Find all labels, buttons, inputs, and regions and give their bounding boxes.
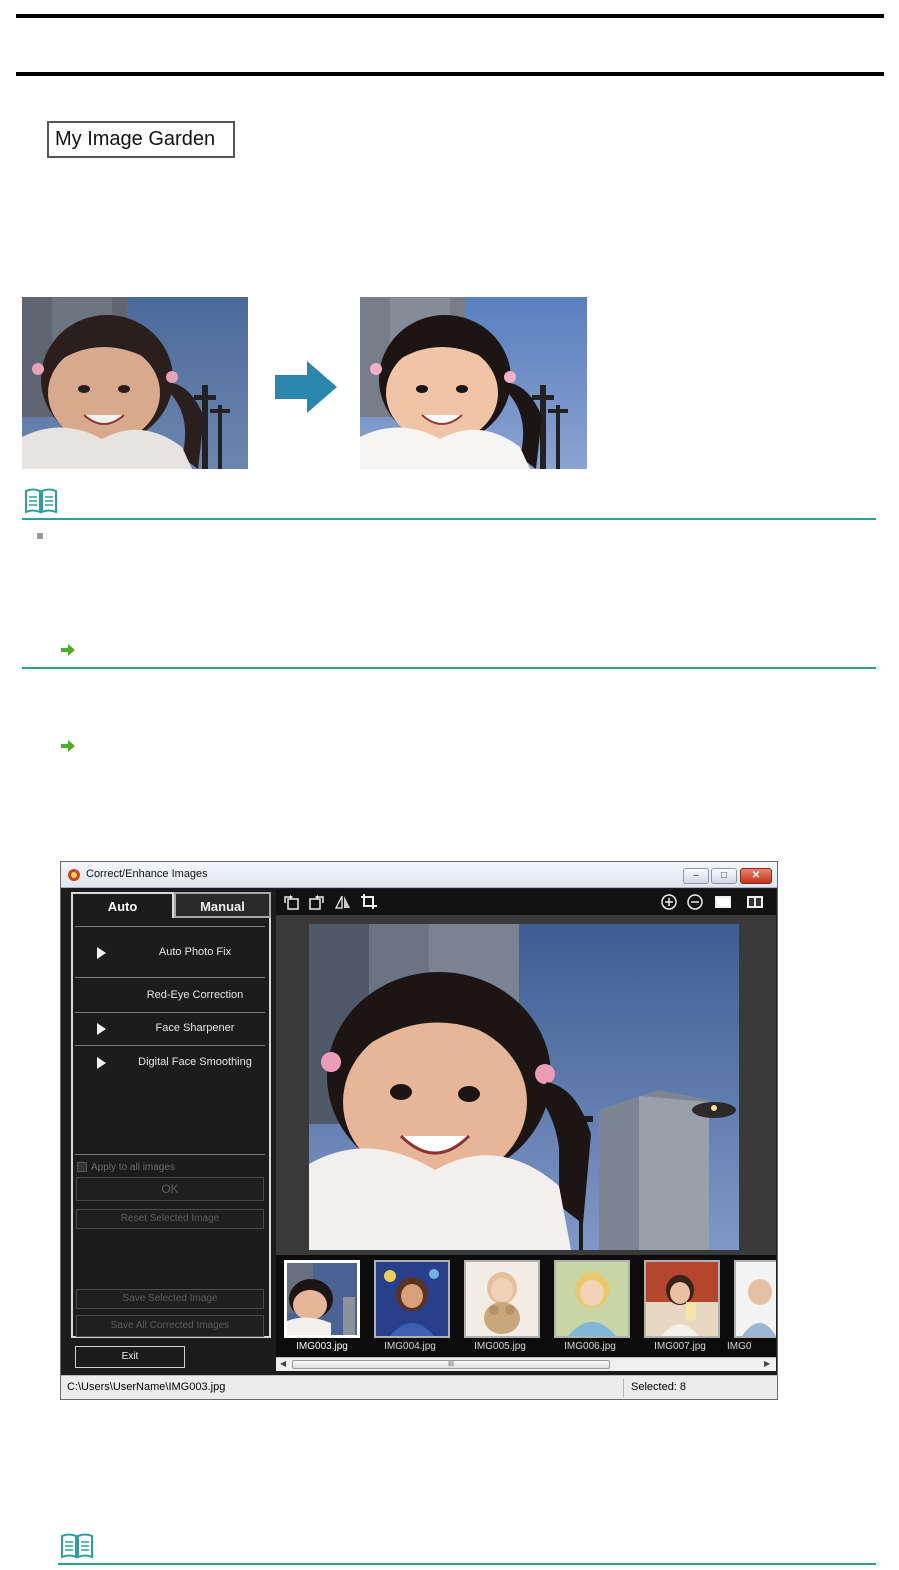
function-divider: [75, 1012, 265, 1013]
thumbnail-label: IMG006.jpg: [564, 1341, 616, 1352]
function-divider: [75, 977, 265, 978]
thumbnail-label: IMG004.jpg: [384, 1341, 436, 1352]
note-bullet: [37, 533, 43, 539]
checkbox-icon: [77, 1162, 87, 1173]
function-divider: [75, 1045, 265, 1046]
thumbnail-image[interactable]: [554, 1260, 630, 1338]
expand-arrow-icon: [97, 1057, 106, 1069]
function-divider: [75, 926, 265, 927]
ok-button[interactable]: OK: [76, 1177, 264, 1201]
correct-enhance-window: Correct/Enhance Images – □ ✕ Auto Manual…: [60, 861, 778, 1400]
function-digital-face-smoothing[interactable]: Digital Face Smoothing: [75, 1053, 265, 1073]
save-selected-image-button[interactable]: Save Selected Image: [76, 1289, 264, 1309]
thumbnail-label: IMG007.jpg: [654, 1341, 706, 1352]
note-divider-bottom: [22, 667, 876, 669]
after-photo: [360, 297, 587, 469]
exit-button[interactable]: Exit: [75, 1346, 185, 1368]
header-rule-top: [16, 14, 884, 18]
compare-icon[interactable]: [746, 893, 764, 911]
tab-auto[interactable]: Auto: [71, 892, 174, 918]
full-screen-icon[interactable]: [714, 893, 732, 911]
reset-selected-image-button[interactable]: Reset Selected Image: [76, 1209, 264, 1229]
window-titlebar: Correct/Enhance Images – □ ✕: [61, 862, 777, 888]
status-file-path: C:\Users\UserName\IMG003.jpg: [67, 1381, 226, 1393]
thumbnail-image[interactable]: [734, 1260, 776, 1338]
function-face-sharpener[interactable]: Face Sharpener: [75, 1019, 265, 1039]
rotate-right-icon[interactable]: [308, 893, 326, 911]
tab-manual[interactable]: Manual: [174, 892, 271, 918]
note-divider-top: [22, 518, 876, 520]
thumbnail-image[interactable]: [464, 1260, 540, 1338]
note-book-icon: [61, 1533, 93, 1559]
header-rule-bottom: [16, 72, 884, 76]
link-arrow-icon[interactable]: [61, 740, 75, 752]
maximize-button[interactable]: □: [711, 868, 737, 884]
window-title: Correct/Enhance Images: [86, 868, 208, 880]
thumbnail-image[interactable]: [374, 1260, 450, 1338]
flip-icon[interactable]: [334, 893, 352, 911]
preview-area: [276, 915, 776, 1255]
minimize-button[interactable]: –: [683, 868, 709, 884]
scrollbar-thumb[interactable]: III: [292, 1360, 610, 1369]
preview-toolbar: [276, 889, 776, 915]
expand-arrow-icon: [97, 947, 106, 959]
zoom-in-icon[interactable]: [660, 893, 678, 911]
thumbnail-label: IMG0: [727, 1341, 752, 1352]
close-button[interactable]: ✕: [740, 868, 772, 884]
scroll-left-icon[interactable]: ◀: [280, 1359, 286, 1368]
status-selected-count: Selected: 8: [631, 1381, 687, 1393]
before-after-arrow-icon: [275, 361, 337, 413]
scroll-right-icon[interactable]: ▶: [764, 1359, 770, 1368]
thumbnail-strip: IMG003.jpg IMG004.jpg IMG005.jpg IMG006.…: [276, 1255, 776, 1357]
thumbnail-scrollbar[interactable]: ◀ III ▶: [276, 1357, 776, 1371]
rotate-left-icon[interactable]: [282, 893, 300, 911]
thumbnail-image[interactable]: [284, 1260, 360, 1338]
app-name-label: My Image Garden: [47, 121, 235, 158]
auto-panel-frame: [71, 918, 271, 1338]
function-divider: [75, 1154, 265, 1155]
thumbnail-image[interactable]: [644, 1260, 720, 1338]
zoom-out-icon[interactable]: [686, 893, 704, 911]
thumbnail-label: IMG003.jpg: [296, 1341, 348, 1352]
note-divider-top: [58, 1563, 876, 1565]
apply-all-checkbox[interactable]: Apply to all images: [77, 1162, 175, 1173]
save-all-corrected-images-button[interactable]: Save All Corrected Images: [76, 1315, 264, 1337]
status-separator: [623, 1379, 624, 1397]
left-panel: Auto Manual Auto Photo Fix Red-Eye Corre…: [61, 889, 274, 1377]
link-arrow-icon[interactable]: [61, 644, 75, 656]
function-auto-photo-fix[interactable]: Auto Photo Fix: [75, 943, 265, 963]
note-book-icon: [25, 488, 57, 514]
status-bar: C:\Users\UserName\IMG003.jpg Selected: 8: [61, 1375, 777, 1399]
expand-arrow-icon: [97, 1023, 106, 1035]
crop-icon[interactable]: [360, 893, 378, 911]
preview-image[interactable]: [309, 924, 739, 1250]
app-icon: [68, 869, 80, 881]
function-red-eye-correction[interactable]: Red-Eye Correction: [75, 986, 265, 1006]
before-photo: [22, 297, 248, 469]
thumbnail-label: IMG005.jpg: [474, 1341, 526, 1352]
